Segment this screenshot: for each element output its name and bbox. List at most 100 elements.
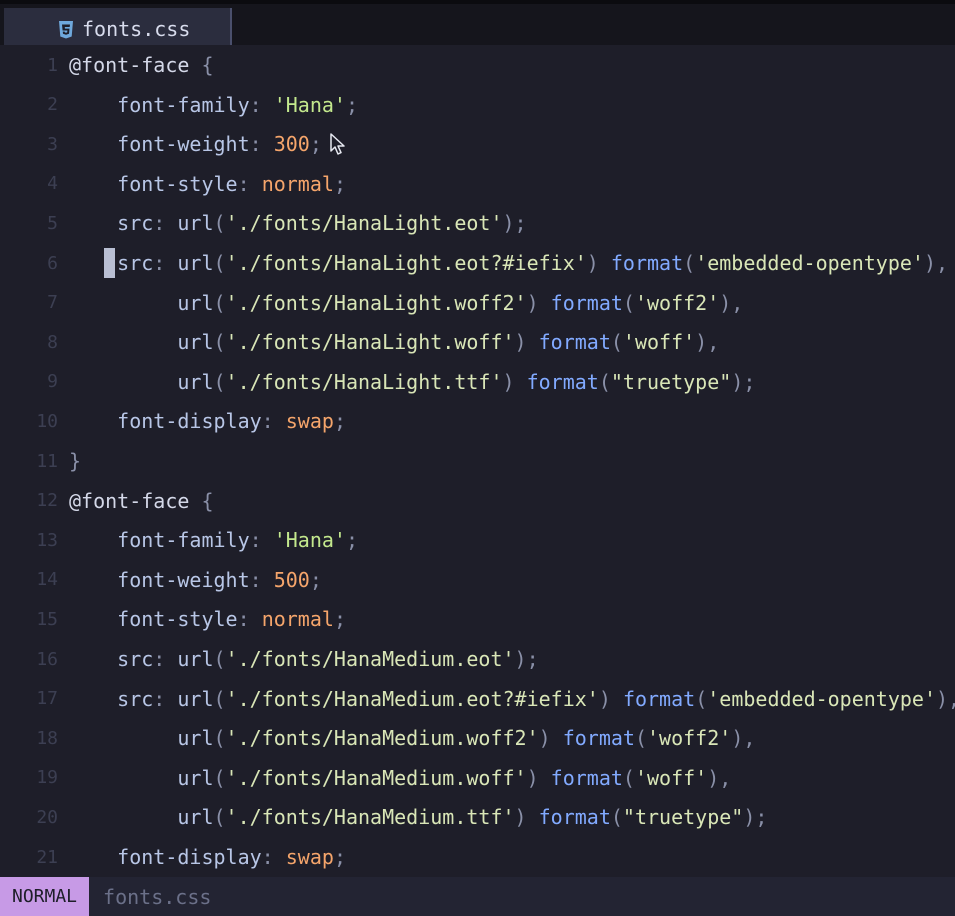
- code-token: src: [117, 251, 154, 275]
- code-token: );: [731, 369, 756, 394]
- code-token: (: [683, 251, 696, 275]
- code-token: (: [598, 369, 611, 394]
- code-token: ): [586, 251, 611, 275]
- code-line[interactable]: 6 src: url('./fonts/HanaLight.eot?#iefix…: [0, 243, 955, 283]
- code-token: "truetype": [622, 805, 744, 830]
- code-token: :: [237, 171, 262, 196]
- code-token: :: [153, 686, 178, 711]
- code-token: 'embedded-opentype': [695, 251, 924, 275]
- code-line[interactable]: 2 font-family: 'Hana';: [0, 85, 955, 125]
- code-token: ;: [309, 567, 322, 592]
- code-token: font-style: [117, 607, 238, 632]
- code-token: :: [249, 567, 274, 592]
- code-token: normal: [261, 607, 334, 632]
- code-line[interactable]: 14 font-weight: 500;: [0, 560, 955, 600]
- code-token: ): [514, 805, 539, 830]
- code-line[interactable]: 13 font-family: 'Hana';: [0, 520, 955, 560]
- code-text: url('./fonts/HanaMedium.woff') format('w…: [69, 766, 731, 790]
- code-token: 'woff2': [634, 290, 720, 315]
- code-line[interactable]: 11}: [0, 441, 955, 481]
- line-number: 3: [47, 133, 58, 155]
- code-line[interactable]: 9 url('./fonts/HanaLight.ttf') format("t…: [0, 362, 955, 402]
- line-number: 7: [47, 292, 58, 314]
- code-token: :: [261, 845, 286, 869]
- code-text: url('./fonts/HanaLight.woff2') format('w…: [69, 291, 743, 315]
- code-token: 'Hana': [273, 92, 346, 117]
- code-token: src: [117, 686, 154, 711]
- code-token: './fonts/HanaLight.eot': [225, 211, 503, 236]
- status-file-name: fonts.css: [103, 884, 212, 909]
- code-token: :: [153, 647, 178, 671]
- code-token: (: [610, 330, 623, 355]
- code-line[interactable]: 3 font-weight: 300;: [0, 124, 955, 164]
- code-line[interactable]: 8 url('./fonts/HanaLight.woff') format('…: [0, 322, 955, 362]
- code-line[interactable]: 19 url('./fonts/HanaMedium.woff') format…: [0, 758, 955, 798]
- code-line[interactable]: 5 src: url('./fonts/HanaLight.eot');: [0, 203, 955, 243]
- code-token: ;: [345, 92, 359, 117]
- code-line[interactable]: 16 src: url('./fonts/HanaMedium.eot');: [0, 639, 955, 679]
- code-token: ): [538, 726, 563, 751]
- code-token: format: [550, 765, 623, 790]
- code-token: url: [177, 765, 214, 790]
- code-token: (: [213, 726, 226, 751]
- code-token: normal: [261, 171, 334, 196]
- code-token: (: [634, 726, 648, 751]
- code-token: (: [213, 647, 226, 671]
- code-token: (: [213, 369, 226, 394]
- code-token: {: [201, 53, 214, 77]
- code-editor[interactable]: 1 @font-face {2 font-family: 'Hana'; 3 fon…: [0, 45, 955, 877]
- code-token: url: [177, 686, 214, 711]
- code-line[interactable]: 18 url('./fonts/HanaMedium.woff2') forma…: [0, 718, 955, 758]
- code-token: './fonts/HanaMedium.woff': [225, 765, 527, 790]
- code-token: (: [213, 805, 226, 830]
- code-text: }: [69, 449, 81, 473]
- code-token: swap: [285, 845, 334, 869]
- code-line[interactable]: 15 font-style: normal;: [0, 599, 955, 639]
- code-token: ),: [731, 726, 756, 751]
- code-token: 'woff': [622, 330, 696, 355]
- code-token: (: [213, 765, 226, 790]
- line-number: 6: [47, 252, 58, 274]
- code-text: @font-face {: [69, 53, 214, 77]
- line-number: 19: [36, 767, 58, 789]
- code-text: url('./fonts/HanaMedium.woff2') format('…: [69, 726, 755, 750]
- code-line[interactable]: 10 font-display: swap;: [0, 401, 955, 441]
- code-token: (: [213, 211, 226, 236]
- code-line[interactable]: 1 @font-face {: [0, 45, 955, 85]
- code-token: ): [514, 330, 539, 355]
- code-token: './fonts/HanaMedium.woff2': [225, 726, 539, 751]
- line-number: 17: [36, 688, 58, 710]
- code-text: font-display: swap;: [69, 845, 346, 869]
- code-line[interactable]: 21 font-display: swap;: [0, 837, 955, 877]
- line-number: 14: [36, 569, 58, 591]
- code-line[interactable]: 7 url('./fonts/HanaLight.woff2') format(…: [0, 283, 955, 323]
- code-token: (: [622, 290, 635, 315]
- code-text: @font-face {: [69, 489, 214, 513]
- code-token: );: [743, 805, 768, 830]
- code-line[interactable]: 4 font-style: normal;: [0, 164, 955, 204]
- line-number: 21: [36, 846, 58, 868]
- css3-file-icon: [58, 20, 74, 38]
- code-token: );: [502, 211, 527, 236]
- code-token: font-display: [117, 409, 262, 434]
- code-line[interactable]: 20 url('./fonts/HanaMedium.ttf') format(…: [0, 797, 955, 837]
- tab-fonts-css[interactable]: fonts.css: [4, 8, 232, 49]
- code-line[interactable]: 12 @font-face {: [0, 481, 955, 521]
- code-token: font-family: [117, 92, 250, 117]
- code-token: url: [177, 211, 214, 236]
- line-number: 4: [47, 173, 58, 195]
- code-line[interactable]: 17 src: url('./fonts/HanaMedium.eot?#ief…: [0, 679, 955, 719]
- code-token: "truetype": [610, 369, 732, 394]
- code-token: ),: [923, 251, 949, 275]
- code-token: }: [69, 449, 82, 473]
